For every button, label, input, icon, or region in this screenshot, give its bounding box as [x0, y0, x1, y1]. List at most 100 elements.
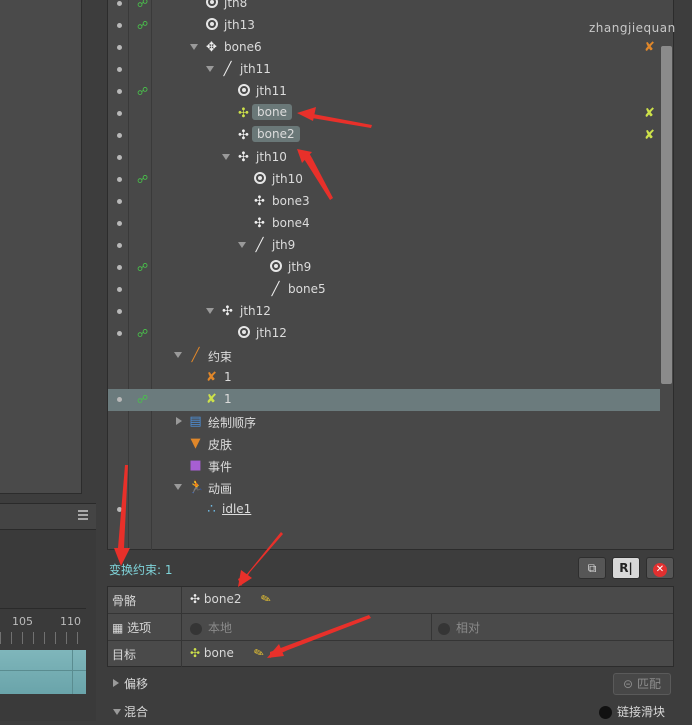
tree-row[interactable]: ✣ bone2 ✘	[108, 125, 660, 147]
tree-row[interactable]: ☍ jth10	[108, 169, 660, 191]
left-strip	[82, 0, 98, 494]
expand-arrow-icon[interactable]	[206, 66, 214, 72]
pencil-icon[interactable]: ✎	[259, 591, 273, 608]
link-icon[interactable]: ☍	[137, 85, 148, 98]
properties-panel: 骨骼 ✣ bone2 ✎ ▦ 选项 本地 相对 目标 ✣ bone ✎	[107, 586, 674, 667]
tree-row[interactable]: ✣ bone ✘	[108, 103, 660, 125]
tree-row[interactable]: ☍ jth11	[108, 81, 660, 103]
tree-row[interactable]: ╱ bone5	[108, 279, 660, 301]
link-icon[interactable]: ☍	[137, 0, 148, 10]
tree-row[interactable]: ▼ 皮肤	[108, 433, 660, 455]
node-label: 1	[224, 392, 232, 406]
expand-arrow-icon[interactable]	[113, 709, 121, 715]
link-icon[interactable]: ☍	[137, 261, 148, 274]
tree-row[interactable]: ╱ jth9	[108, 235, 660, 257]
tree-row[interactable]: ✥ bone6 ✘	[108, 37, 660, 59]
tree-row[interactable]: ■ 事件	[108, 455, 660, 477]
visibility-dot[interactable]	[117, 111, 122, 116]
link-icon[interactable]: ☍	[137, 327, 148, 340]
minus-icon: ⊝	[623, 677, 634, 691]
visibility-dot[interactable]	[117, 67, 122, 72]
collapse-arrow-icon[interactable]	[176, 417, 182, 425]
node-label: jth9	[272, 238, 296, 252]
tree-row[interactable]: ∴ idle1	[108, 499, 660, 521]
link-slider-toggle[interactable]: 链接滑块	[599, 703, 665, 720]
visibility-dot[interactable]	[117, 243, 122, 248]
collapse-arrow-icon[interactable]	[113, 679, 119, 687]
expand-arrow-icon[interactable]	[190, 44, 198, 50]
toggle-dot[interactable]	[599, 706, 612, 719]
tree-row[interactable]: ✣ bone3	[108, 191, 660, 213]
node-label: bone	[252, 104, 292, 120]
node-label: jth10	[256, 150, 287, 164]
tree-row[interactable]: ✣ bone4	[108, 213, 660, 235]
tree-scrollbar[interactable]	[661, 46, 672, 384]
link-icon[interactable]: ☍	[137, 393, 148, 406]
event-icon: ■	[189, 458, 202, 473]
ruler-ticks	[0, 632, 86, 644]
visibility-dot[interactable]	[117, 397, 122, 402]
local-label: 本地	[208, 621, 233, 635]
visibility-dot[interactable]	[117, 331, 122, 336]
offset-section[interactable]: 偏移 ⊝ 匹配	[107, 671, 674, 697]
constraint-green-icon: ✘	[206, 392, 217, 407]
visibility-dot[interactable]	[117, 265, 122, 270]
rename-button[interactable]: R|	[612, 557, 640, 579]
visibility-dot[interactable]	[117, 507, 122, 512]
visibility-dot[interactable]	[117, 287, 122, 292]
tree-row[interactable]: ✘ 1	[108, 367, 660, 389]
mix-section[interactable]: 混合 链接滑块	[107, 699, 674, 725]
tree-row[interactable]: ╱ 约束	[108, 345, 660, 367]
tree-row[interactable]: ☍ jth8	[108, 0, 660, 15]
slash-icon: ╱	[223, 62, 232, 77]
bone-cross-icon: ✣	[238, 128, 249, 143]
timeline-keys[interactable]	[0, 650, 86, 694]
visibility-dot[interactable]	[117, 177, 122, 182]
slash-icon: ╱	[271, 282, 280, 297]
options-row: ▦ 选项 本地 相对	[108, 614, 673, 641]
tree-row[interactable]: 🏃 动画	[108, 477, 660, 499]
bone-value[interactable]: ✣ bone2 ✎	[190, 591, 273, 608]
tree-row[interactable]: ✣ jth12	[108, 301, 660, 323]
local-checkbox[interactable]	[190, 622, 202, 635]
tree-row[interactable]: ☍ jth9	[108, 257, 660, 279]
expand-arrow-icon[interactable]	[174, 484, 182, 490]
tree-row[interactable]: ☍ jth13	[108, 15, 660, 37]
expand-arrow-icon[interactable]	[206, 308, 214, 314]
expand-arrow-icon[interactable]	[222, 154, 230, 160]
node-label: jth8	[224, 0, 248, 10]
expand-arrow-icon[interactable]	[238, 242, 246, 248]
relative-checkbox[interactable]	[438, 622, 450, 635]
visibility-dot[interactable]	[117, 309, 122, 314]
visibility-dot[interactable]	[117, 155, 122, 160]
copy-button[interactable]: ⧉	[578, 557, 606, 579]
bone-cross-icon: ✣	[222, 304, 233, 319]
tree-panel: zhangjiequan ☍ jth8 ☍ jth13 ✥ bone6 ✘ ╱ …	[107, 0, 675, 550]
link-icon[interactable]: ☍	[137, 19, 148, 32]
visibility-dot[interactable]	[117, 23, 122, 28]
link-slider-label: 链接滑块	[617, 705, 666, 719]
link-icon[interactable]: ☍	[137, 173, 148, 186]
tree-row[interactable]: ✣ jth10	[108, 147, 660, 169]
visibility-dot[interactable]	[117, 1, 122, 6]
local-option[interactable]: 本地	[190, 619, 232, 636]
visibility-dot[interactable]	[117, 45, 122, 50]
tree-row[interactable]: ╱ jth11	[108, 59, 660, 81]
visibility-dot[interactable]	[117, 199, 122, 204]
target-value[interactable]: ✣ bone ✎	[190, 645, 266, 662]
tree-row-selected[interactable]: ☍ ✘ 1	[108, 389, 660, 411]
menu-icon[interactable]	[78, 510, 88, 520]
visibility-dot[interactable]	[117, 89, 122, 94]
tree-row[interactable]: ▤ 绘制顺序	[108, 411, 660, 433]
visibility-dot[interactable]	[117, 221, 122, 226]
delete-button[interactable]: ✕	[646, 557, 674, 579]
expand-arrow-icon[interactable]	[174, 352, 182, 358]
match-button[interactable]: ⊝ 匹配	[613, 673, 671, 695]
ring-icon	[204, 18, 219, 33]
node-label: 皮肤	[208, 438, 233, 452]
pencil-icon[interactable]: ✎	[252, 645, 266, 662]
tree-row[interactable]: ☍ jth12	[108, 323, 660, 345]
visibility-dot[interactable]	[117, 133, 122, 138]
draw-order-icon: ▤	[189, 414, 202, 429]
relative-option[interactable]: 相对	[438, 619, 480, 636]
